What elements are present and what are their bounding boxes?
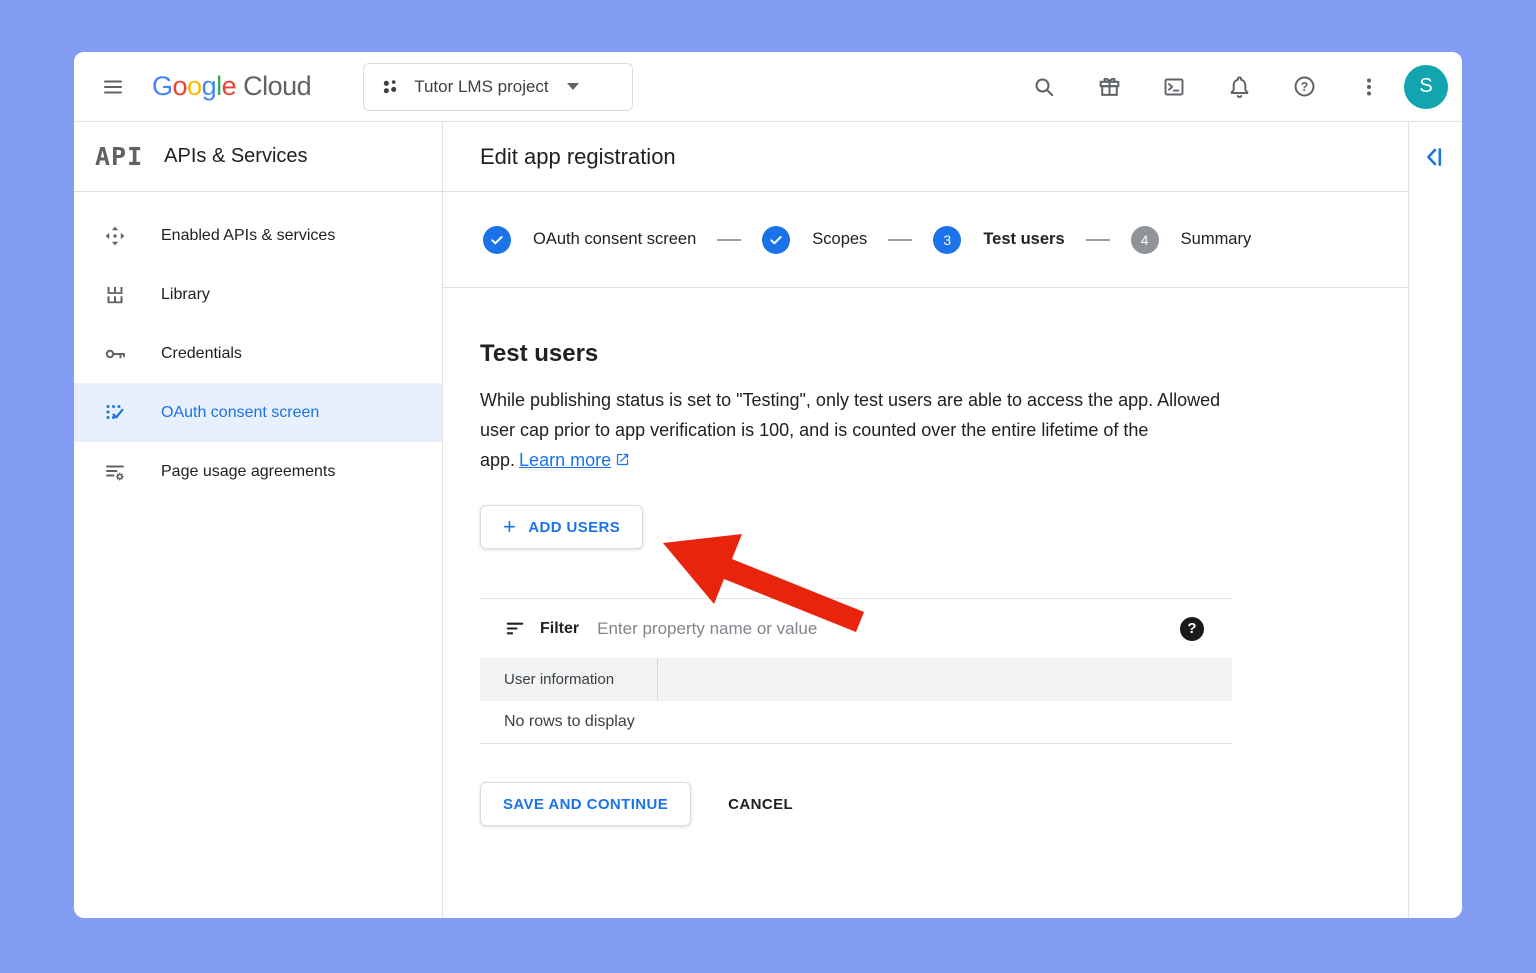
sidebar-item-label: Page usage agreements [161, 462, 336, 480]
add-users-button[interactable]: + ADD USERS [480, 505, 644, 549]
search-icon [1035, 78, 1054, 96]
oauth-consent-icon [103, 401, 127, 425]
sidebar-item-label: Library [161, 285, 210, 303]
collapse-panel-icon [1426, 148, 1441, 166]
notifications-icon [1230, 76, 1248, 99]
step-summary[interactable]: 4 Summary [1130, 225, 1252, 254]
step-done-circle [483, 225, 511, 254]
table-header-row: User information [480, 658, 1232, 701]
more-vert-icon [1367, 78, 1371, 95]
enabled-apis-icon [103, 224, 127, 248]
filter-input[interactable] [597, 618, 1180, 639]
sidebar-title: APIs & Services [164, 145, 308, 167]
console-window: G o o g l e Cloud Tutor LMS project ? S … [74, 52, 1462, 918]
step-label: Summary [1180, 230, 1252, 248]
free-trial-button[interactable] [1086, 64, 1132, 110]
section-description: While publishing status is set to "Testi… [480, 385, 1238, 476]
hamburger-icon [104, 80, 122, 93]
filter-icon [506, 622, 524, 635]
project-selector[interactable]: Tutor LMS project [363, 62, 634, 111]
menu-button[interactable] [90, 64, 136, 110]
collapse-panel-button[interactable] [1420, 144, 1452, 172]
sidebar-header: API APIs & Services [74, 122, 442, 192]
notifications-button[interactable] [1216, 64, 1262, 110]
check-icon [491, 235, 503, 244]
table-empty-row: No rows to display [480, 701, 1232, 744]
step-number-circle: 4 [1130, 225, 1159, 254]
step-connector [717, 238, 742, 241]
add-users-label: ADD USERS [528, 518, 621, 536]
check-icon [770, 235, 782, 244]
step-number-circle: 3 [933, 225, 962, 254]
right-rail [1408, 122, 1462, 918]
sidebar-item-library[interactable]: Library [74, 265, 442, 324]
external-link-icon [615, 446, 630, 476]
content: Test users While publishing status is se… [443, 288, 1408, 918]
library-icon [103, 283, 127, 307]
filter-help-icon[interactable]: ? [1180, 616, 1204, 641]
filter-label: Filter [540, 619, 580, 637]
sidebar-item-credentials[interactable]: Credentials [74, 324, 442, 383]
plus-icon: + [503, 514, 517, 539]
form-actions: SAVE AND CONTINUE CANCEL [480, 782, 1408, 826]
step-label: Test users [983, 230, 1065, 248]
account-avatar[interactable]: S [1404, 64, 1448, 109]
svg-text:?: ? [1300, 80, 1308, 94]
help-icon: ? [1294, 76, 1314, 97]
step-connector [1085, 238, 1110, 241]
main-header: Edit app registration [443, 122, 1408, 192]
cancel-button[interactable]: CANCEL [728, 796, 793, 813]
step-done-circle [762, 225, 791, 254]
learn-more-link[interactable]: Learn more [519, 450, 611, 470]
step-label: OAuth consent screen [533, 230, 697, 248]
page-agreements-icon [103, 460, 127, 484]
step-test-users[interactable]: 3 Test users [933, 225, 1065, 254]
gift-icon [1099, 77, 1119, 96]
sidebar-item-label: Credentials [161, 344, 242, 362]
step-scopes[interactable]: Scopes [762, 225, 868, 254]
help-button[interactable]: ? [1281, 64, 1327, 110]
logo-letter: g [201, 71, 217, 101]
empty-message: No rows to display [504, 713, 635, 730]
cloud-shell-icon [1164, 78, 1184, 95]
key-icon [103, 342, 127, 366]
sidebar-item-label: Enabled APIs & services [161, 226, 336, 244]
more-options-button[interactable] [1346, 64, 1392, 110]
sidebar-item-label: OAuth consent screen [161, 403, 320, 421]
sidebar-item-oauth-consent[interactable]: OAuth consent screen [74, 383, 442, 442]
cloud-shell-button[interactable] [1151, 64, 1197, 110]
chevron-down-icon [566, 83, 579, 90]
main-panel: Edit app registration OAuth consent scre… [443, 122, 1408, 918]
logo-cloud-text: Cloud [243, 71, 312, 101]
test-users-table: Filter ? User information No rows to dis… [480, 598, 1232, 744]
logo-letter: G [152, 71, 173, 101]
filter-row: Filter ? [480, 598, 1232, 658]
column-header-user-information: User information [480, 658, 658, 701]
logo-letter: o [172, 71, 188, 101]
section-heading: Test users [480, 340, 599, 367]
stepper: OAuth consent screen Scopes 3 Test users [443, 192, 1408, 288]
page-title: Edit app registration [480, 143, 676, 169]
step-label: Scopes [812, 230, 868, 248]
step-connector [888, 238, 913, 241]
step-oauth-consent-screen[interactable]: OAuth consent screen [483, 225, 697, 254]
sidebar: API APIs & Services Enabled APIs & servi… [74, 122, 443, 918]
api-logo: API [95, 142, 144, 171]
google-cloud-logo[interactable]: G o o g l e Cloud [152, 71, 312, 102]
sidebar-item-enabled-apis[interactable]: Enabled APIs & services [74, 206, 442, 265]
sidebar-item-page-usage-agreements[interactable]: Page usage agreements [74, 442, 442, 501]
project-icon [383, 80, 397, 94]
project-name: Tutor LMS project [414, 76, 549, 96]
search-button[interactable] [1021, 64, 1067, 110]
logo-letter: o [187, 71, 202, 101]
avatar-initial: S [1419, 75, 1433, 97]
topbar: G o o g l e Cloud Tutor LMS project ? S [74, 52, 1462, 122]
logo-letter: e [221, 71, 237, 101]
save-and-continue-button[interactable]: SAVE AND CONTINUE [480, 782, 692, 826]
